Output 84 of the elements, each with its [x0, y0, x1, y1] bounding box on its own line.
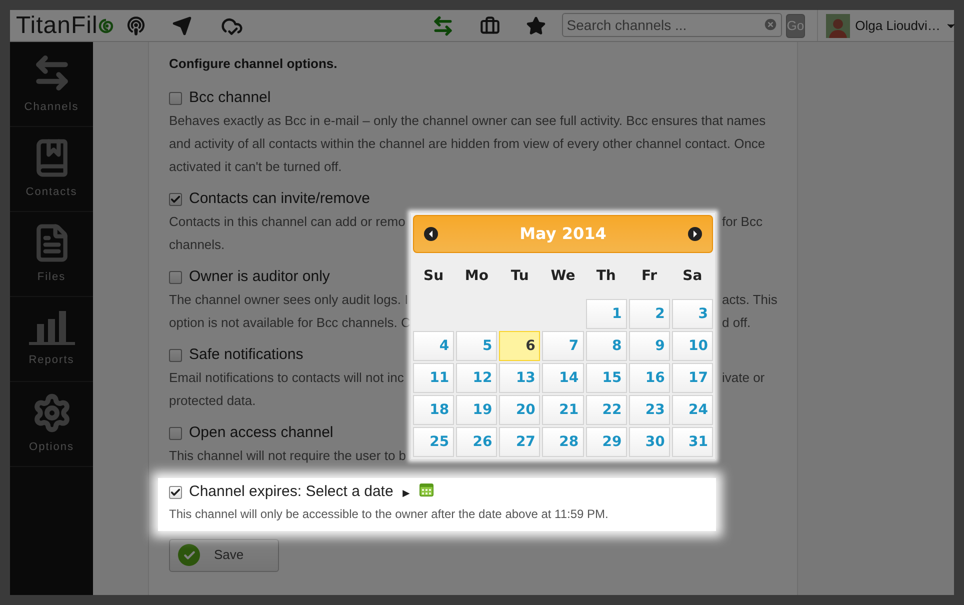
bar-chart-icon — [28, 310, 74, 346]
broadcast-icon[interactable] — [126, 16, 146, 36]
star-icon[interactable] — [526, 16, 546, 36]
weekday-label: Su — [424, 266, 444, 286]
checkbox[interactable] — [169, 427, 182, 440]
checkbox[interactable] — [169, 193, 182, 206]
option-label[interactable]: Open access channel — [189, 422, 334, 445]
search-field[interactable]: Search channels ... — [562, 13, 782, 37]
avatar[interactable] — [826, 14, 850, 38]
calendar-day[interactable]: 6 — [499, 331, 540, 361]
weekday-label: Fr — [641, 266, 658, 286]
calendar-day[interactable]: 8 — [586, 331, 627, 361]
calendar-day[interactable]: 21 — [542, 395, 584, 425]
calendar-day[interactable]: 17 — [672, 363, 713, 393]
save-button[interactable]: Save — [169, 538, 279, 572]
briefcase-icon[interactable] — [480, 16, 500, 36]
calendar-day[interactable]: 31 — [672, 427, 713, 457]
check-icon — [182, 548, 196, 562]
checkbox[interactable] — [169, 271, 182, 284]
option-description: channels. — [169, 236, 225, 254]
option-description: for Bcc — [722, 213, 762, 232]
logo: TitanFil — [16, 14, 98, 38]
calendar-day[interactable]: 28 — [542, 427, 584, 457]
paper-plane-icon[interactable] — [172, 16, 192, 36]
option-description: Contacts in this channel can add or remo — [169, 213, 406, 232]
calendar-day[interactable]: 16 — [628, 363, 670, 393]
next-icon[interactable] — [688, 227, 702, 241]
calendar-day[interactable]: 13 — [499, 363, 540, 393]
calendar-day[interactable]: 20 — [499, 395, 540, 425]
checkbox[interactable] — [169, 92, 182, 105]
calendar-day[interactable]: 11 — [413, 363, 454, 393]
calendar-day[interactable]: 14 — [542, 363, 584, 393]
previous-icon[interactable] — [424, 227, 438, 241]
calendar-day[interactable]: 30 — [628, 427, 670, 457]
gear-icon — [32, 392, 72, 433]
weekday-label: Tu — [510, 266, 529, 286]
option-description: Behaves exactly as Bcc in e-mail – only the channel owner can see full activity. Bcc ensures that names — [169, 112, 766, 130]
weekday-label: Sa — [682, 266, 702, 286]
weekday-label: Th — [596, 266, 616, 286]
calendar-day[interactable]: 4 — [413, 331, 454, 361]
section-heading: Configure channel options. — [169, 55, 338, 73]
checkbox[interactable] — [169, 349, 182, 362]
option-description: and activity of all contacts within the channel are hidden from view of every other channel contact. Once — [169, 135, 766, 154]
logo-swirl-icon — [98, 18, 114, 34]
calendar-day[interactable]: 22 — [586, 395, 627, 425]
option-label[interactable]: Contacts can invite/remove — [189, 188, 370, 211]
option-description: protected data. — [169, 392, 256, 410]
weekday-label: Mo — [464, 266, 488, 286]
calendar-day[interactable]: 7 — [542, 331, 584, 361]
calendar-day[interactable]: 12 — [456, 363, 498, 393]
option-label[interactable]: Bcc channel — [189, 87, 271, 110]
option-label[interactable]: Channel expires: Select a date — [189, 481, 394, 504]
calendar-day[interactable]: 24 — [672, 395, 713, 425]
calendar-day[interactable]: 23 — [628, 395, 670, 425]
option-description: d off. — [722, 314, 751, 332]
option-label[interactable]: Owner is auditor only — [189, 266, 330, 289]
calendar-day[interactable]: 10 — [672, 331, 713, 361]
calendar-day[interactable]: 2 — [628, 299, 670, 329]
calendar-day[interactable]: 1 — [586, 299, 627, 329]
arrow-glyph: ► — [400, 484, 412, 502]
month-title: May 2014 — [520, 223, 606, 245]
option-description: ivate or — [722, 369, 765, 388]
option-description: activated it can't be turned off. — [169, 158, 342, 176]
calendar-day[interactable]: 18 — [413, 395, 454, 425]
option-description: Email notifications to contacts will not inc — [169, 369, 404, 388]
option-description: This channel will not require the user to b — [169, 447, 406, 466]
calendar-day[interactable]: 19 — [456, 395, 498, 425]
calendar-icon[interactable] — [419, 482, 434, 497]
option-label[interactable]: Safe notifications — [189, 344, 304, 367]
weekday-label: We — [550, 266, 576, 286]
calendar-day[interactable]: 15 — [586, 363, 627, 393]
calendar-day[interactable]: 5 — [456, 331, 498, 361]
calendar-day[interactable]: 3 — [672, 299, 713, 329]
option-description: The channel owner sees only audit logs. I — [169, 291, 408, 310]
calendar-day[interactable]: 26 — [456, 427, 498, 457]
option-description: This channel will only be accessible to the owner after the date above at 11:59 PM. — [169, 506, 610, 522]
arrows-icon[interactable] — [432, 14, 454, 36]
calendar-day[interactable]: 29 — [586, 427, 627, 457]
calendar-day[interactable]: 9 — [628, 331, 670, 361]
option-description: acts. This — [722, 291, 778, 310]
user-name[interactable]: Olga Lioudvi… — [855, 16, 940, 36]
calendar-day[interactable]: 25 — [413, 427, 454, 457]
calendar-day[interactable]: 27 — [499, 427, 540, 457]
checkbox[interactable] — [169, 486, 182, 499]
